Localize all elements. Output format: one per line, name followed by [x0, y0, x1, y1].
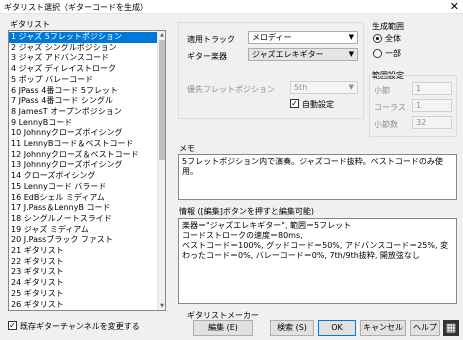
- list-scrollbar[interactable]: ▲ ▼: [157, 31, 165, 310]
- track-select-value: メロディー: [252, 33, 292, 42]
- range-all-label: 全体: [385, 34, 401, 43]
- scroll-up-icon[interactable]: ▲: [158, 31, 165, 39]
- list-item[interactable]: 2 ジャズ シングルポジション: [9, 43, 158, 54]
- list-item[interactable]: 16 EdBシェル ミディアム: [9, 193, 158, 204]
- memo-label: メモ: [179, 144, 195, 153]
- list-item[interactable]: 12 Johnnyクローズ＆ベストコード: [9, 150, 158, 161]
- change-channel-checkbox[interactable]: ✓: [8, 321, 17, 330]
- measure-label: 小節: [374, 86, 390, 95]
- chevron-down-icon: ▼: [348, 83, 354, 91]
- change-channel-label: 既存ギターチャンネルを変更する: [20, 322, 140, 331]
- list-item[interactable]: 24 ギタリスト: [9, 278, 158, 289]
- range-partial-radio[interactable]: [373, 49, 382, 58]
- range-partial-label: 一部: [385, 49, 401, 58]
- chevron-down-icon: ▼: [348, 33, 354, 41]
- list-item[interactable]: 14 クローズボイシング: [9, 171, 158, 182]
- chorus-input: 1: [412, 99, 452, 112]
- list-item[interactable]: 9 LennyBコード: [9, 118, 158, 129]
- cancel-button[interactable]: キャンセル: [360, 320, 406, 336]
- list-item[interactable]: 15 Lennyコード バラード: [9, 182, 158, 193]
- instrument-select[interactable]: ジャズエレキギター ▼: [248, 48, 358, 61]
- auto-setting-checkbox[interactable]: ✓: [290, 99, 299, 108]
- list-item[interactable]: 10 Johnnyクローズボイシング: [9, 128, 158, 139]
- track-label: 適用トラック: [187, 35, 235, 44]
- track-select[interactable]: メロディー ▼: [248, 31, 358, 44]
- chorus-label: コーラス: [374, 103, 406, 112]
- auto-setting-label: 自動設定: [302, 100, 334, 109]
- list-item[interactable]: 6 JPass 4番コード 5フレット: [9, 86, 158, 97]
- list-item[interactable]: 8 JamesT オープンポジション: [9, 107, 158, 118]
- list-item[interactable]: 19 ジャズ ミディアム: [9, 225, 158, 236]
- check-icon: ✓: [9, 321, 16, 330]
- list-item[interactable]: 20 J.Passブラック ファスト: [9, 235, 158, 246]
- generation-range-label: 生成範囲: [372, 22, 404, 31]
- list-item[interactable]: 23 ギタリスト: [9, 267, 158, 278]
- guitarist-list-label: ギタリスト: [10, 20, 50, 29]
- list-item[interactable]: 1 ジャズ 5フレットポジション: [9, 32, 158, 43]
- info-label: 情報 ([編集]ボタンを押すと編集可能): [179, 207, 315, 216]
- fret-position-label: 優先フレットポジション: [187, 85, 275, 94]
- memo-textarea[interactable]: 5フレットポジション内で演奏。ジャズコード抜粋。ベストコードのみ使用。: [178, 154, 457, 200]
- close-icon[interactable]: ✕: [450, 0, 459, 13]
- check-icon: ✓: [291, 99, 298, 108]
- list-item[interactable]: 21 ギタリスト: [9, 246, 158, 257]
- fret-position-value: 5th: [294, 83, 308, 92]
- film-icon[interactable]: ▦: [443, 320, 459, 336]
- list-item[interactable]: 22 ギタリスト: [9, 257, 158, 268]
- list-item[interactable]: 25 ギタリスト: [9, 289, 158, 300]
- list-item[interactable]: 7 JPass 4番コード シングル: [9, 96, 158, 107]
- list-item[interactable]: 17 J.Pass＆LennyB コード: [9, 203, 158, 214]
- scroll-down-icon[interactable]: ▼: [158, 302, 165, 310]
- instrument-label: ギター楽器: [187, 52, 227, 61]
- search-button[interactable]: 検索 (S): [270, 320, 314, 336]
- chevron-down-icon: ▼: [348, 50, 354, 58]
- fret-position-select: 5th ▼: [290, 81, 358, 94]
- list-item[interactable]: 13 Johnnyクローズボイシング: [9, 160, 158, 171]
- list-item[interactable]: 4 ジャズ ディレイストローク: [9, 64, 158, 75]
- info-textarea: 楽器＝"ジャズエレキギター", 範囲＝5フレット コードストロークの速度＝80m…: [178, 218, 457, 304]
- guitarist-listbox[interactable]: 1 ジャズ 5フレットポジション 2 ジャズ シングルポジション 3 ジャズ アドバ…: [8, 30, 166, 311]
- range-all-radio[interactable]: [373, 34, 382, 43]
- window-title: ギタリスト選択（ギターコードを生成）: [4, 3, 148, 12]
- ok-button[interactable]: OK: [318, 320, 356, 336]
- list-item[interactable]: 26 ギタリスト: [9, 300, 158, 311]
- title-bar: ギタリスト選択（ギターコードを生成） ✕: [0, 0, 463, 14]
- list-item[interactable]: 5 ポップ バレーコード: [9, 75, 158, 86]
- measure-count-label: 小節数: [374, 120, 398, 129]
- measure-input: 1: [412, 82, 452, 95]
- list-item[interactable]: 3 ジャズ アドバンスコード: [9, 53, 158, 64]
- help-button[interactable]: ヘルプ: [410, 320, 440, 336]
- measure-count-input: 32: [412, 116, 452, 129]
- edit-button[interactable]: 編集 (E): [193, 320, 253, 336]
- list-item[interactable]: 11 LennyBコード＆ベストコード: [9, 139, 158, 150]
- instrument-select-value: ジャズエレキギター: [252, 50, 324, 59]
- list-item[interactable]: 18 シングルノートスライド: [9, 214, 158, 225]
- scroll-thumb[interactable]: [159, 40, 165, 160]
